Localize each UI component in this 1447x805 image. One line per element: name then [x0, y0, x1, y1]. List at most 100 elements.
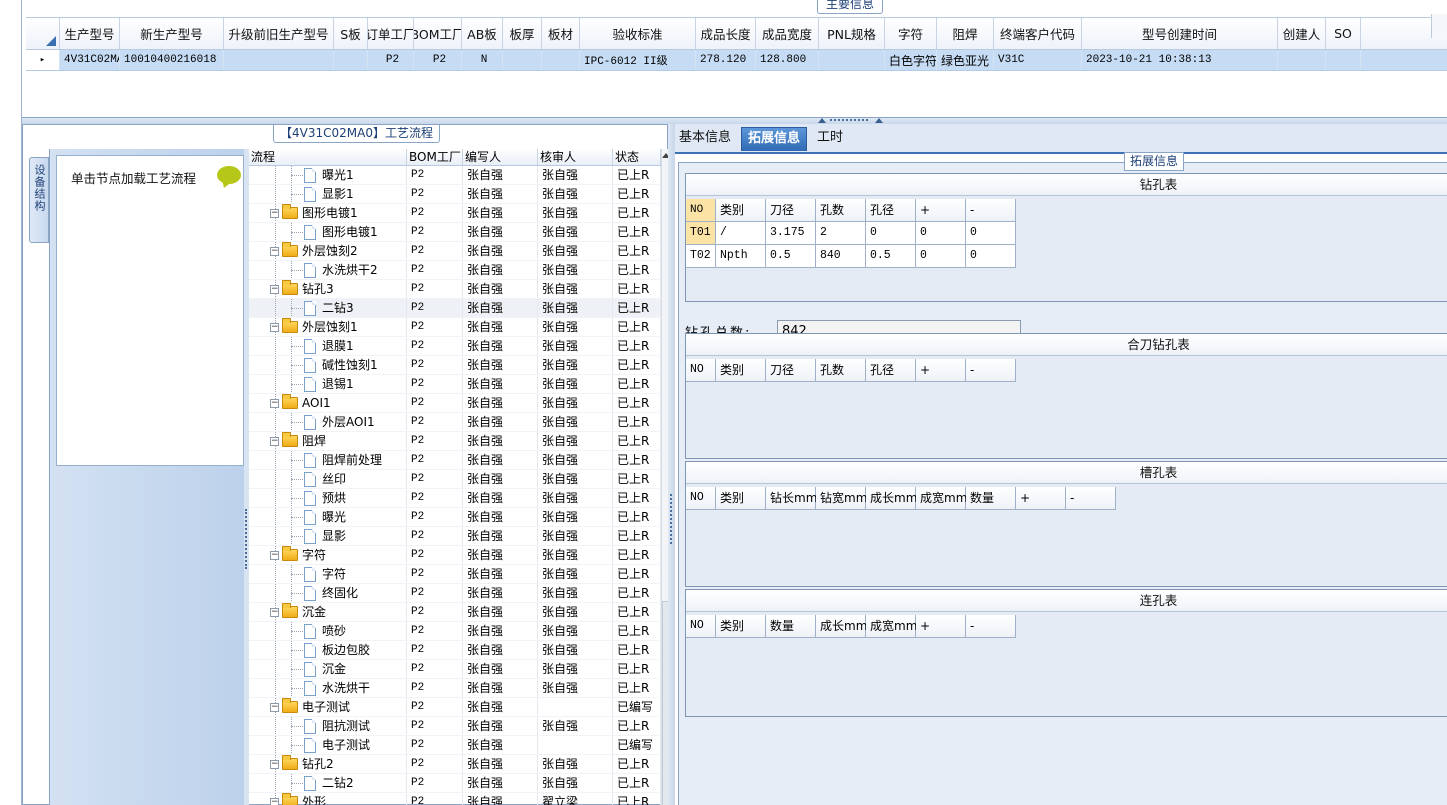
- collapse-up-icon[interactable]: [875, 118, 883, 123]
- tree-status-cell[interactable]: 已上R: [613, 679, 661, 697]
- tree-row[interactable]: 二钻2 P2 张自强 张自强 已上R: [249, 774, 661, 793]
- tree-flow-cell[interactable]: 终固化: [249, 584, 407, 602]
- tree-row[interactable]: − 外形 P2 张自强 翟立梁 已上R: [249, 793, 661, 805]
- tree-writer-cell[interactable]: 张自强: [463, 736, 538, 754]
- tree-reviewer-cell[interactable]: 张自强: [538, 356, 613, 374]
- grid-column-header[interactable]: 数量: [766, 615, 816, 638]
- tree-row[interactable]: − 沉金 P2 张自强 张自强 已上R: [249, 603, 661, 622]
- tree-reviewer-cell[interactable]: 张自强: [538, 774, 613, 792]
- tree-flow-cell[interactable]: 预烘: [249, 489, 407, 507]
- collapse-icon[interactable]: −: [270, 208, 279, 218]
- tree-status-cell[interactable]: 已上R: [613, 299, 661, 317]
- tree-reviewer-cell[interactable]: 张自强: [538, 679, 613, 697]
- tree-row[interactable]: 板边包胶 P2 张自强 张自强 已上R: [249, 641, 661, 660]
- grid-cell[interactable]: 2: [816, 222, 866, 245]
- tree-reviewer-cell[interactable]: 张自强: [538, 261, 613, 279]
- grid-data-row[interactable]: T02 Npth 0.5 840 0.5 0 0: [686, 245, 1016, 268]
- tree-file-node[interactable]: 水洗烘干2: [304, 261, 378, 279]
- grid-cell[interactable]: 0: [866, 222, 916, 245]
- grid-column-header[interactable]: NO: [686, 199, 716, 222]
- tree-file-node[interactable]: 退膜1: [304, 337, 354, 355]
- nav-load-box[interactable]: 单击节点加载工艺流程: [56, 155, 244, 466]
- grid-column-header[interactable]: 孔数: [816, 359, 866, 382]
- tree-bom-cell[interactable]: P2: [407, 698, 463, 716]
- process-tree-body[interactable]: 曝光1 P2 张自强 张自强 已上R 显影1 P2 张自强 张自强 已上R − 图形电镀1 P2 张自强张…: [249, 166, 661, 805]
- column-header[interactable]: 生产型号: [60, 18, 120, 49]
- tree-flow-cell[interactable]: 曝光1: [249, 166, 407, 184]
- tree-bom-cell[interactable]: P2: [407, 204, 463, 222]
- grid-cell[interactable]: [503, 50, 542, 70]
- grid-column-header[interactable]: 成长mm: [866, 487, 917, 510]
- tree-row[interactable]: 沉金 P2 张自强 张自强 已上R: [249, 660, 661, 679]
- tree-folder-node[interactable]: − 电子测试: [270, 698, 350, 716]
- tree-flow-cell[interactable]: 显影1: [249, 185, 407, 203]
- grid-column-header[interactable]: 钻宽mm: [816, 487, 867, 510]
- tree-status-cell[interactable]: 已上R: [613, 280, 661, 298]
- column-header[interactable]: 成品长度: [696, 18, 756, 49]
- tree-reviewer-cell[interactable]: 张自强: [538, 603, 613, 621]
- tree-reviewer-cell[interactable]: 张自强: [538, 565, 613, 583]
- main-info-grid[interactable]: 生产型号新生产型号升级前旧生产型号S板订单工厂BOM工厂AB板板厚板材验收标准成…: [26, 17, 1447, 71]
- tree-file-node[interactable]: 喷砂: [304, 622, 346, 640]
- tree-writer-cell[interactable]: 张自强: [463, 204, 538, 222]
- tree-reviewer-cell[interactable]: 张自强: [538, 584, 613, 602]
- grid-cell[interactable]: 0: [916, 222, 966, 245]
- grid-column-header[interactable]: +: [916, 199, 966, 222]
- tree-writer-cell[interactable]: 张自强: [463, 527, 538, 545]
- tree-status-cell[interactable]: 已上R: [613, 546, 661, 564]
- collapse-icon[interactable]: −: [270, 702, 279, 712]
- tree-file-node[interactable]: 二钻3: [304, 299, 354, 317]
- tree-reviewer-cell[interactable]: 张自强: [538, 394, 613, 412]
- tree-status-cell[interactable]: 已上R: [613, 717, 661, 735]
- tree-row[interactable]: 水洗烘干 P2 张自强 张自强 已上R: [249, 679, 661, 698]
- grid-cell[interactable]: P2: [414, 50, 462, 70]
- tree-status-cell[interactable]: 已上R: [613, 185, 661, 203]
- tree-reviewer-cell[interactable]: 张自强: [538, 375, 613, 393]
- tree-folder-node[interactable]: − 钻孔2: [270, 755, 334, 773]
- grid-cell[interactable]: 840: [816, 245, 866, 268]
- column-header[interactable]: 创建人: [1278, 18, 1326, 49]
- link-table-grid[interactable]: NO 类别 数量 成长mm 成宽mm + -: [686, 615, 1016, 638]
- column-header[interactable]: BOM工厂: [414, 18, 462, 49]
- tree-bom-cell[interactable]: P2: [407, 679, 463, 697]
- grid-cell[interactable]: [542, 50, 580, 70]
- tree-status-cell[interactable]: 已上R: [613, 318, 661, 336]
- tree-bom-cell[interactable]: P2: [407, 736, 463, 754]
- grid-column-header[interactable]: -: [966, 615, 1016, 638]
- tree-row[interactable]: 曝光1 P2 张自强 张自强 已上R: [249, 166, 661, 185]
- tree-reviewer-cell[interactable]: 张自强: [538, 280, 613, 298]
- row-indicator-icon[interactable]: ▸: [26, 50, 60, 70]
- tree-flow-cell[interactable]: − 外形: [249, 793, 407, 805]
- grid-column-header[interactable]: 孔径: [866, 359, 916, 382]
- tree-writer-cell[interactable]: 张自强: [463, 717, 538, 735]
- tree-file-node[interactable]: 终固化: [304, 584, 358, 602]
- tree-writer-cell[interactable]: 张自强: [463, 223, 538, 241]
- column-header[interactable]: SO: [1326, 18, 1361, 49]
- tree-bom-cell[interactable]: P2: [407, 261, 463, 279]
- tree-flow-cell[interactable]: 喷砂: [249, 622, 407, 640]
- tree-row[interactable]: − 钻孔3 P2 张自强 张自强 已上R: [249, 280, 661, 299]
- column-header[interactable]: 终端客户代码: [994, 18, 1082, 49]
- tree-writer-cell[interactable]: 张自强: [463, 641, 538, 659]
- tree-row[interactable]: 显影1 P2 张自强 张自强 已上R: [249, 185, 661, 204]
- tree-status-cell[interactable]: 已上R: [613, 508, 661, 526]
- tree-status-cell[interactable]: 已上R: [613, 489, 661, 507]
- tree-reviewer-cell[interactable]: 张自强: [538, 318, 613, 336]
- tree-row[interactable]: 退膜1 P2 张自强 张自强 已上R: [249, 337, 661, 356]
- grid-column-header[interactable]: 类别: [716, 615, 766, 638]
- grid-cell[interactable]: 278.120: [696, 50, 756, 70]
- tree-row[interactable]: 图形电镀1 P2 张自强 张自强 已上R: [249, 223, 661, 242]
- tree-flow-cell[interactable]: 二钻3: [249, 299, 407, 317]
- tree-row[interactable]: 二钻3 P2 张自强 张自强 已上R: [249, 299, 661, 318]
- grid-column-header[interactable]: 成宽mm: [866, 615, 917, 638]
- tree-status-cell[interactable]: 已上R: [613, 565, 661, 583]
- tree-writer-cell[interactable]: 张自强: [463, 603, 538, 621]
- tree-status-cell[interactable]: 已上R: [613, 356, 661, 374]
- grid-cell[interactable]: 3.175: [766, 222, 816, 245]
- tree-reviewer-cell[interactable]: 张自强: [538, 622, 613, 640]
- tree-flow-cell[interactable]: − 外层蚀刻1: [249, 318, 407, 336]
- grid-cell[interactable]: 0: [966, 222, 1016, 245]
- tree-column-header[interactable]: 核审人: [538, 149, 613, 165]
- tree-status-cell[interactable]: 已上R: [613, 755, 661, 773]
- tree-reviewer-cell[interactable]: 张自强: [538, 451, 613, 469]
